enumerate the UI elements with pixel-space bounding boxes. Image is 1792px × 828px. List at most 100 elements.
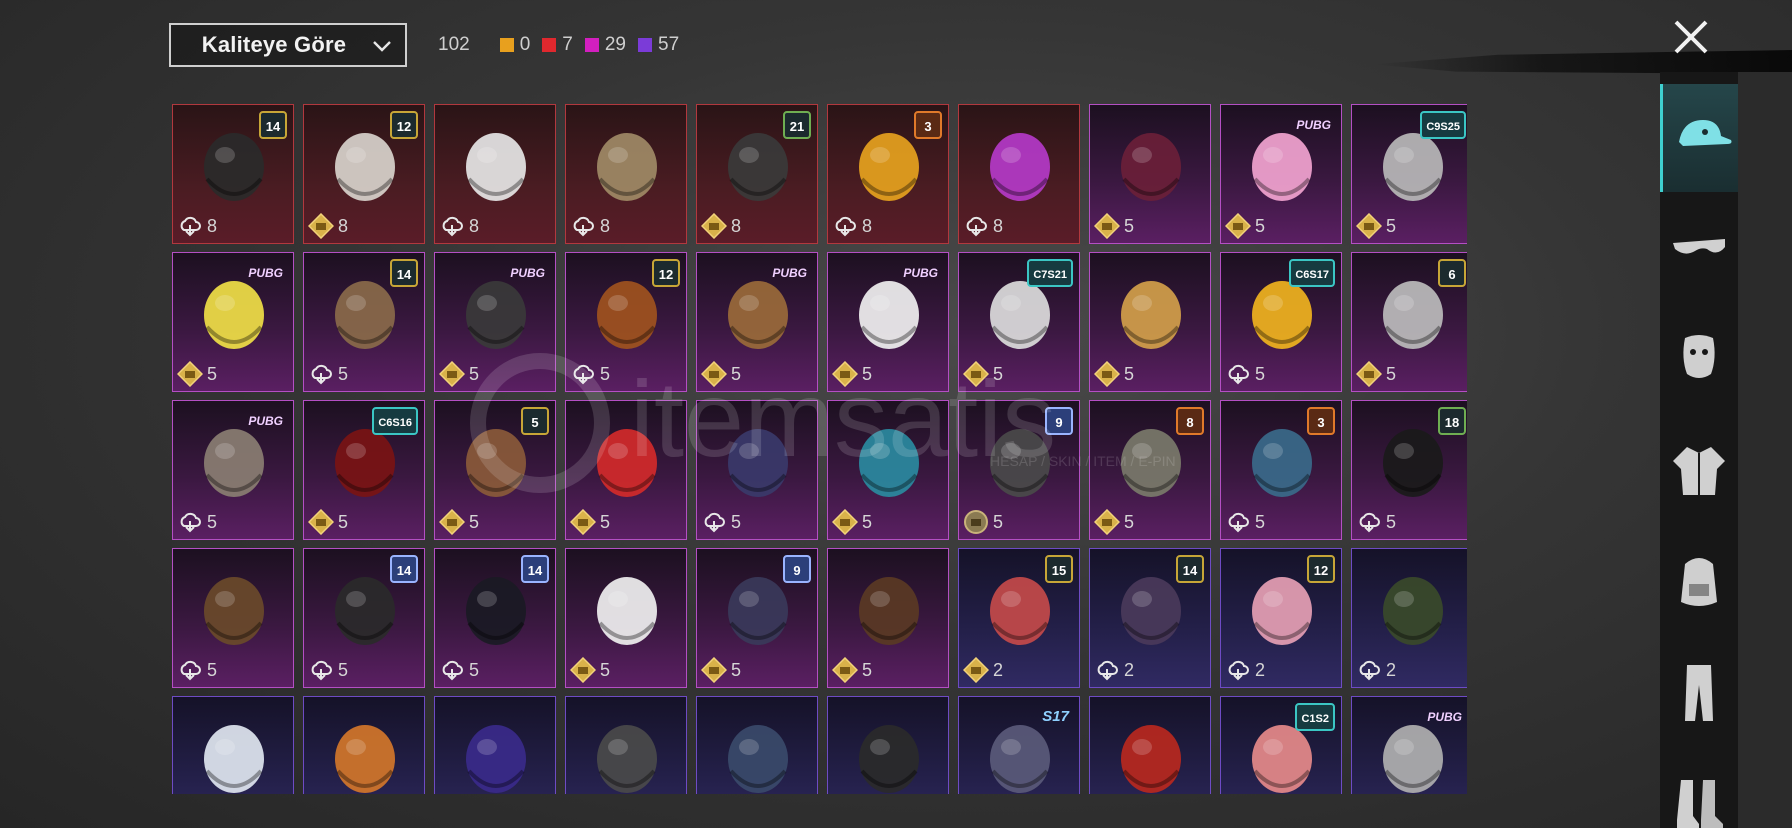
price-value: 8: [207, 215, 218, 236]
item-card[interactable]: 14 5: [434, 548, 556, 688]
sidebar-item-cap[interactable]: [1660, 84, 1738, 192]
item-card[interactable]: 95: [696, 548, 818, 688]
close-icon[interactable]: [1668, 14, 1714, 60]
cloud-currency-icon: [1356, 509, 1382, 535]
diamond-currency-icon: [307, 212, 335, 240]
item-card[interactable]: PUBG 5: [172, 400, 294, 540]
item-card[interactable]: 85: [1089, 400, 1211, 540]
item-card[interactable]: 18 5: [1351, 400, 1467, 540]
item-card[interactable]: 5: [827, 400, 949, 540]
item-card[interactable]: PUBG 5: [1220, 104, 1342, 244]
price-value: 5: [338, 363, 349, 384]
diamond-currency-icon: [700, 360, 728, 388]
boots-icon: [1677, 780, 1723, 828]
price-value: 5: [600, 659, 611, 680]
item-card[interactable]: [434, 696, 556, 794]
sidebar-item-mask[interactable]: [1660, 306, 1738, 414]
item-card[interactable]: [565, 696, 687, 794]
item-card[interactable]: 14 5: [303, 548, 425, 688]
cloud-currency-icon: [177, 657, 203, 683]
item-card[interactable]: 21 8: [696, 104, 818, 244]
price-value: 5: [862, 659, 873, 680]
cloud-currency-icon: [1356, 657, 1382, 683]
item-card[interactable]: 35: [1220, 400, 1342, 540]
item-price: 8: [177, 213, 217, 239]
diamond-currency-icon: [176, 360, 204, 388]
item-card[interactable]: [696, 696, 818, 794]
sidebar-item-glasses[interactable]: [1660, 195, 1738, 303]
category-sidebar: [1660, 72, 1738, 828]
item-card[interactable]: 5: [172, 548, 294, 688]
item-card[interactable]: C1S2: [1220, 696, 1342, 794]
cloud-currency-icon: [570, 361, 596, 387]
inventory-grid: 14 8 12 8 8 8 21 8 3 8 8 5 PUBG 5 C9S25 5 PUBG 5 14 5 PUBG 5 1…: [172, 104, 1467, 794]
sidebar-item-backpack[interactable]: [1660, 528, 1738, 636]
sort-dropdown[interactable]: Kaliteye Göre: [169, 23, 407, 67]
item-card[interactable]: PUBG 5: [172, 252, 294, 392]
item-card[interactable]: 95: [958, 400, 1080, 540]
item-beanie-icon: [597, 577, 657, 645]
item-card[interactable]: [1089, 696, 1211, 794]
item-card[interactable]: 14 2: [1089, 548, 1211, 688]
price-value: 5: [1124, 511, 1135, 532]
item-card[interactable]: 5: [696, 400, 818, 540]
item-dragon-mask-icon: [597, 429, 657, 497]
cloud-currency-icon: [1225, 509, 1251, 535]
item-card[interactable]: C6S17 5: [1220, 252, 1342, 392]
pants-icon: [1685, 665, 1713, 721]
inventory-grid-viewport[interactable]: 14 8 12 8 8 8 21 8 3 8 8 5 PUBG 5 C9S25 5 PUBG 5 14 5 PUBG 5 1…: [172, 104, 1467, 794]
rarity-swatch: [638, 38, 652, 52]
sidebar-item-boots[interactable]: [1660, 750, 1738, 828]
sidebar-item-pants[interactable]: [1660, 639, 1738, 747]
sidebar-item-jacket[interactable]: [1660, 417, 1738, 525]
item-card[interactable]: 5: [1089, 252, 1211, 392]
item-cowboy-icon: [204, 577, 264, 645]
item-card[interactable]: 5: [827, 548, 949, 688]
item-card[interactable]: [172, 696, 294, 794]
diamond-currency-icon: [1224, 212, 1252, 240]
item-card[interactable]: 12 5: [565, 252, 687, 392]
diamond-currency-icon: [1355, 212, 1383, 240]
item-card[interactable]: C6S16 5: [303, 400, 425, 540]
cloud-currency-icon: [308, 657, 334, 683]
item-card[interactable]: 12 8: [303, 104, 425, 244]
item-card[interactable]: 8: [565, 104, 687, 244]
item-card[interactable]: 55: [434, 400, 556, 540]
item-price: 8: [832, 213, 872, 239]
item-card[interactable]: PUBG 5: [696, 252, 818, 392]
item-card[interactable]: 5: [565, 400, 687, 540]
item-card[interactable]: 14 8: [172, 104, 294, 244]
season-badge: PUBG: [248, 266, 283, 280]
price-value: 8: [338, 215, 349, 236]
price-value: 5: [469, 659, 480, 680]
item-card[interactable]: 8: [958, 104, 1080, 244]
item-card[interactable]: C9S25 5: [1351, 104, 1467, 244]
item-card[interactable]: S17: [958, 696, 1080, 794]
item-price: 8: [570, 213, 610, 239]
item-card[interactable]: 8: [434, 104, 556, 244]
item-card[interactable]: 5: [1089, 104, 1211, 244]
item-card[interactable]: 2: [1351, 548, 1467, 688]
item-card[interactable]: 14 5: [303, 252, 425, 392]
item-card[interactable]: [303, 696, 425, 794]
item-card[interactable]: 38: [827, 104, 949, 244]
item-price: 2: [1094, 657, 1134, 683]
item-card[interactable]: PUBG 5: [434, 252, 556, 392]
item-bucket-hat-icon: [859, 725, 919, 793]
price-value: 8: [469, 215, 480, 236]
item-card[interactable]: PUBG: [1351, 696, 1467, 794]
item-price: 5: [831, 360, 872, 388]
rarity-swatch: [499, 38, 514, 52]
item-card[interactable]: 65: [1351, 252, 1467, 392]
item-card[interactable]: 5: [565, 548, 687, 688]
item-card[interactable]: 12 2: [1220, 548, 1342, 688]
item-price: 8: [700, 212, 741, 240]
item-card[interactable]: PUBG 5: [827, 252, 949, 392]
cloud-currency-icon: [177, 213, 203, 239]
item-card[interactable]: C7S21 5: [958, 252, 1080, 392]
item-price: 2: [1225, 657, 1265, 683]
item-price: 5: [438, 508, 479, 536]
item-card[interactable]: 15 2: [958, 548, 1080, 688]
item-card[interactable]: [827, 696, 949, 794]
price-value: 5: [993, 363, 1004, 384]
